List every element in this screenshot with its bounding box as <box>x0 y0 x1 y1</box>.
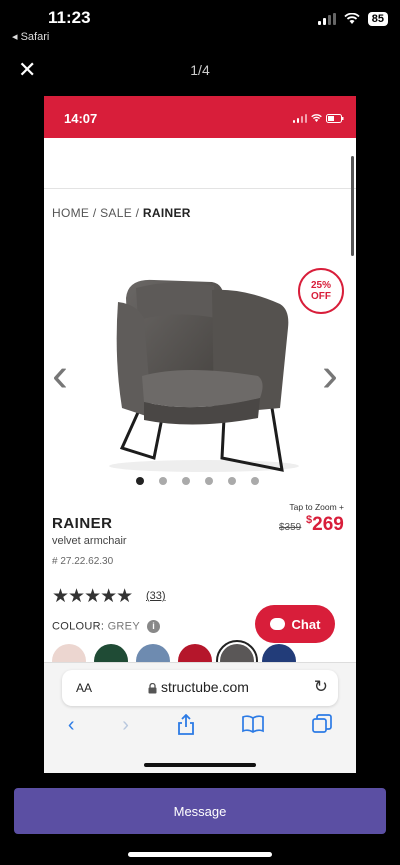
gallery-dot[interactable] <box>228 477 236 485</box>
info-icon[interactable]: i <box>147 620 161 633</box>
cellular-signal-icon <box>317 13 336 25</box>
discount-badge: 25% OFF <box>298 268 344 314</box>
breadcrumb-home[interactable]: HOME <box>52 206 89 220</box>
chat-bubble-icon <box>269 618 285 630</box>
inner-home-indicator <box>144 763 256 767</box>
product-subtitle: velvet armchair <box>52 535 127 547</box>
breadcrumb-current: RAINER <box>142 206 191 220</box>
inner-status-bar: 14:07 <box>44 96 356 138</box>
chat-button[interactable]: Chat <box>255 605 335 643</box>
chat-button-label: Chat <box>291 616 321 632</box>
bookmarks-icon[interactable] <box>242 714 265 734</box>
product-name: RAINER <box>52 515 113 532</box>
rating-stars: ★★★★★ <box>52 586 133 607</box>
lock-icon <box>148 683 157 694</box>
product-sku: # 27.22.62.30 <box>52 556 114 567</box>
gallery-dot[interactable] <box>136 477 144 485</box>
breadcrumb-sale[interactable]: SALE <box>100 206 132 220</box>
status-icons: 85 <box>317 12 388 26</box>
status-time: 11:23 <box>48 8 91 27</box>
sale-price: $269 <box>306 514 344 536</box>
gallery-next-icon[interactable]: › <box>322 352 338 400</box>
safari-nav-buttons: ‹ › <box>44 714 356 737</box>
scrollbar[interactable] <box>351 156 354 256</box>
colour-value: GREY <box>107 620 140 633</box>
wifi-icon <box>344 13 360 24</box>
sale-price-value: 269 <box>312 514 344 535</box>
home-indicator <box>128 852 272 857</box>
reload-icon[interactable]: ↻ <box>314 677 328 697</box>
url-text[interactable]: structube.com <box>161 679 249 695</box>
gallery-prev-icon[interactable]: ‹ <box>52 352 68 400</box>
gallery-dot[interactable] <box>205 477 213 485</box>
breadcrumb: HOME / SALE / RAINER <box>52 206 191 220</box>
breadcrumb-separator: / <box>89 206 101 220</box>
message-button[interactable]: Message <box>14 788 386 834</box>
reader-options-button[interactable]: AA <box>76 681 92 695</box>
image-counter: 1/4 <box>190 62 210 78</box>
share-icon[interactable] <box>177 714 195 736</box>
forward-icon[interactable]: › <box>122 714 129 737</box>
tap-to-zoom-link[interactable]: Tap to Zoom + <box>289 502 344 512</box>
breadcrumb-separator: / <box>132 206 143 220</box>
gallery-pagination[interactable] <box>136 477 259 485</box>
discount-badge-off: OFF <box>311 291 331 302</box>
inner-status-icons <box>293 114 344 123</box>
colour-label: COLOUR: GREY i <box>52 620 161 633</box>
gallery-dot[interactable] <box>182 477 190 485</box>
gallery-dot[interactable] <box>251 477 259 485</box>
back-to-safari-link[interactable]: ◂ Safari <box>12 30 49 43</box>
inner-battery-icon <box>326 114 344 123</box>
site-header <box>44 138 356 189</box>
inner-signal-icon <box>293 114 307 123</box>
discount-badge-percent: 25% <box>310 280 331 291</box>
back-icon[interactable]: ‹ <box>68 714 75 737</box>
review-count-link[interactable]: (33) <box>146 590 166 602</box>
tabs-icon[interactable] <box>312 714 332 734</box>
colour-label-text: COLOUR: <box>52 620 105 633</box>
address-bar[interactable]: AA structube.com ↻ <box>62 670 338 706</box>
gallery-dot[interactable] <box>159 477 167 485</box>
inner-status-time: 14:07 <box>64 111 98 126</box>
old-price: $359 <box>279 522 302 533</box>
battery-icon: 85 <box>367 12 388 26</box>
inner-wifi-icon <box>311 114 322 122</box>
screenshot-image: 14:07 HOME / SALE / RAINER 25% OFF ‹ › T… <box>44 96 356 773</box>
